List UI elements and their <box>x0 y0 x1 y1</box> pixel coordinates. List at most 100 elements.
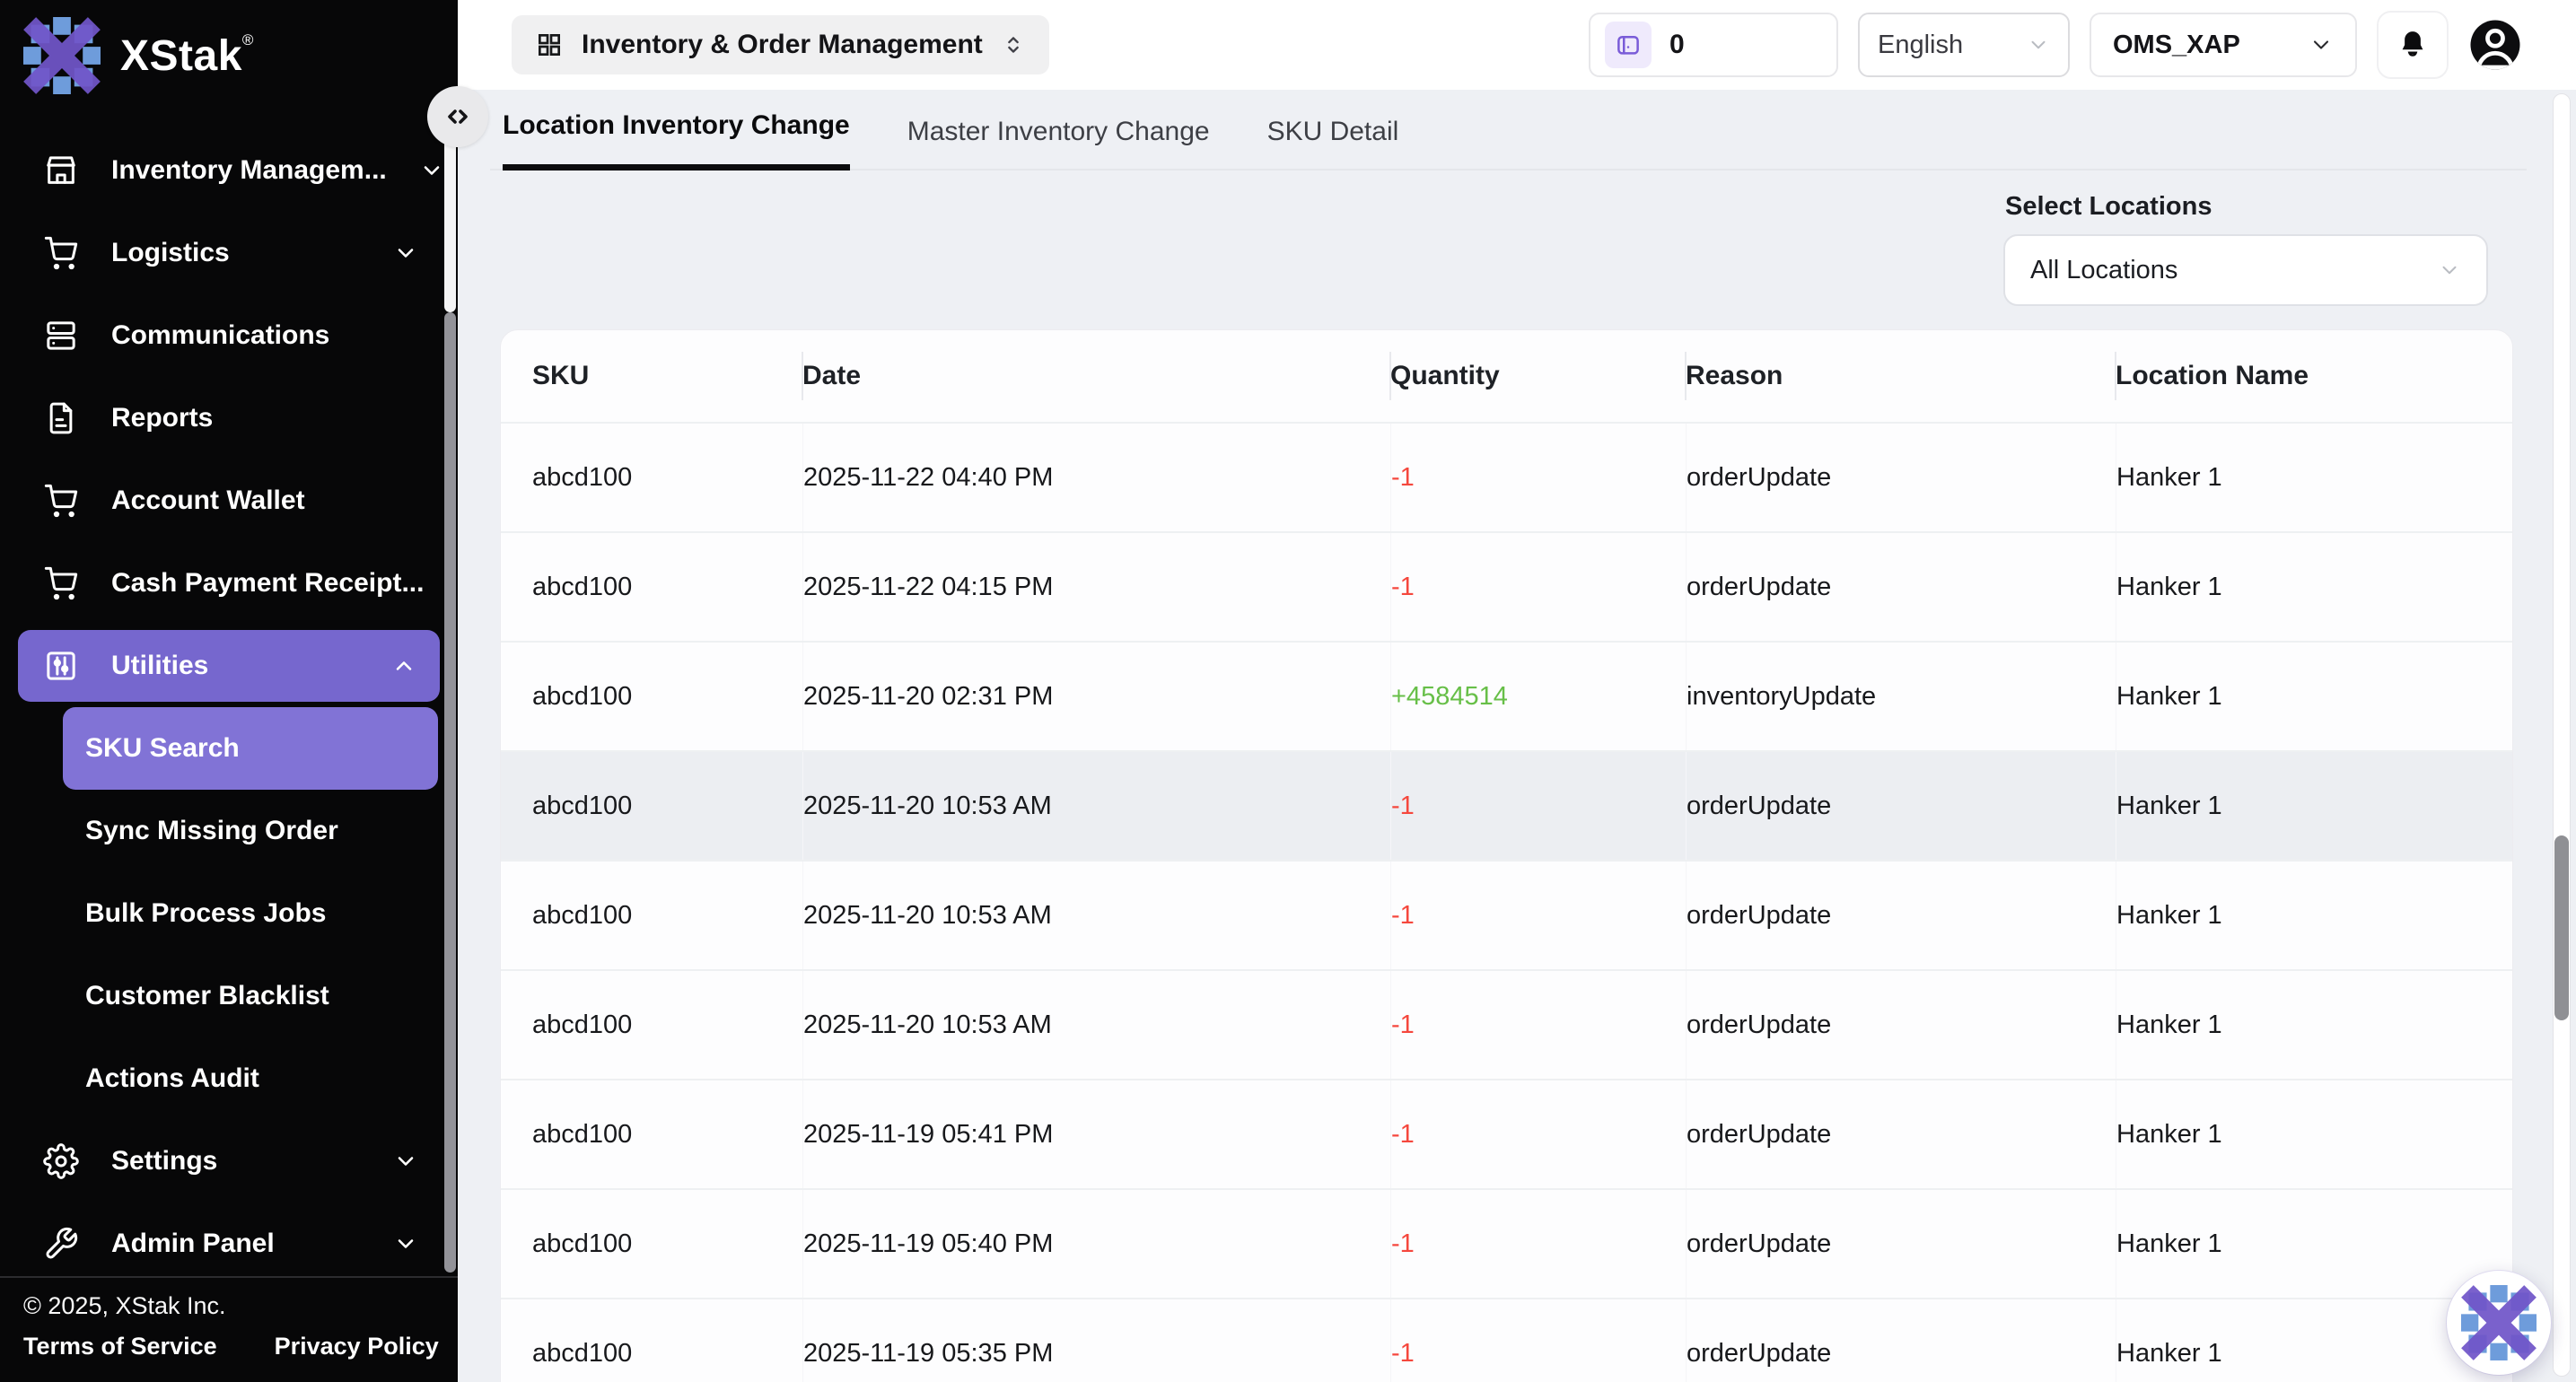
table-row[interactable]: abcd100 2025-11-19 05:41 PM -1 orderUpda… <box>501 1079 2512 1188</box>
chevron-down-icon <box>419 158 444 183</box>
table-row[interactable]: abcd100 2025-11-20 10:53 AM -1 orderUpda… <box>501 969 2512 1079</box>
table-row[interactable]: abcd100 2025-11-19 05:40 PM -1 orderUpda… <box>501 1188 2512 1298</box>
tab-master-inventory-change[interactable]: Master Inventory Change <box>907 117 1210 171</box>
table-header-row: SKU Date Quantity Reason Location Name <box>501 330 2512 422</box>
cell-location-name: Hanker 1 <box>2116 1190 2512 1298</box>
gear-icon <box>43 1143 79 1179</box>
table-row[interactable]: abcd100 2025-11-22 04:15 PM -1 orderUpda… <box>501 531 2512 641</box>
page-scrollbar-track[interactable] <box>2553 93 2571 1377</box>
column-header-reason: Reason <box>1686 361 2116 391</box>
cell-quantity: -1 <box>1390 1190 1686 1298</box>
sidebar-item-account-wallet[interactable]: Account Wallet <box>0 459 458 542</box>
submenu-item-sku-search[interactable]: SKU Search <box>63 707 438 790</box>
cell-reason: orderUpdate <box>1686 533 2116 641</box>
cell-date: 2025-11-22 04:15 PM <box>802 533 1390 641</box>
sidebar-scrollbar-track[interactable] <box>444 312 456 1273</box>
cell-sku: abcd100 <box>501 1120 802 1150</box>
cell-quantity: -1 <box>1390 1299 1686 1382</box>
sidebar-item-inventory-management[interactable]: Inventory Managem... <box>0 129 458 212</box>
tab-location-inventory-change[interactable]: Location Inventory Change <box>503 110 850 171</box>
workspace-select[interactable]: OMS_XAP <box>2090 13 2357 77</box>
cell-quantity: -1 <box>1390 533 1686 641</box>
submenu-item-customer-blacklist[interactable]: Customer Blacklist <box>63 955 438 1037</box>
column-header-sku: SKU <box>501 361 802 391</box>
selector-caret-icon <box>1001 32 1026 57</box>
sidebar-collapse-toggle[interactable] <box>427 86 488 147</box>
bell-icon <box>2396 28 2430 62</box>
chevron-down-icon <box>393 1149 418 1174</box>
table-row[interactable]: abcd100 2025-11-20 02:31 PM +4584514 inv… <box>501 641 2512 750</box>
cell-sku: abcd100 <box>501 901 802 931</box>
cell-reason: orderUpdate <box>1686 1299 2116 1382</box>
sidebar-item-cash-payment-receipt[interactable]: Cash Payment Receipt... <box>0 542 458 625</box>
xstak-asterisk-logo-icon <box>2461 1285 2537 1360</box>
sidebar-item-admin-panel[interactable]: Admin Panel <box>0 1203 458 1285</box>
chevron-down-icon <box>393 241 418 266</box>
wallet-balance-box[interactable]: 0 <box>1589 13 1838 77</box>
notifications-button[interactable] <box>2377 11 2449 79</box>
table-row[interactable]: abcd100 2025-11-19 05:35 PM -1 orderUpda… <box>501 1298 2512 1382</box>
cell-reason: inventoryUpdate <box>1686 643 2116 750</box>
cell-location-name: Hanker 1 <box>2116 752 2512 860</box>
chevron-down-icon <box>2027 33 2050 57</box>
app-switcher-dropdown[interactable]: Inventory & Order Management <box>512 15 1049 74</box>
sidebar-item-label: Utilities <box>111 651 359 681</box>
sidebar-footer: © 2025, XStak Inc. Terms of Service Priv… <box>0 1276 458 1382</box>
submenu-item-label: Bulk Process Jobs <box>85 898 326 929</box>
sidebar-item-logistics[interactable]: Logistics <box>0 212 458 294</box>
chevron-down-icon <box>2438 258 2461 282</box>
tab-sku-detail[interactable]: SKU Detail <box>1267 117 1399 171</box>
workspace-value: OMS_XAP <box>2113 31 2240 60</box>
submenu-item-bulk-process-jobs[interactable]: Bulk Process Jobs <box>63 872 438 955</box>
xstak-asterisk-logo-icon <box>23 17 101 94</box>
file-icon <box>43 400 79 436</box>
wallet-icon <box>1605 22 1652 68</box>
cell-date: 2025-11-20 02:31 PM <box>802 643 1390 750</box>
sidebar-item-label: Account Wallet <box>111 485 418 516</box>
cart-icon <box>43 565 79 601</box>
terms-of-service-link[interactable]: Terms of Service <box>23 1333 217 1360</box>
locations-select[interactable]: All Locations <box>2003 234 2488 306</box>
page-scrollbar-thumb[interactable] <box>2554 835 2569 1020</box>
cell-reason: orderUpdate <box>1686 752 2116 860</box>
wallet-count: 0 <box>1669 30 1685 60</box>
submenu-item-actions-audit[interactable]: Actions Audit <box>63 1037 438 1120</box>
cell-quantity: +4584514 <box>1390 643 1686 750</box>
collapse-icon <box>442 101 474 133</box>
utilities-submenu: SKU Search Sync Missing Order Bulk Proce… <box>0 707 458 1120</box>
sidebar-item-reports[interactable]: Reports <box>0 377 458 459</box>
cell-date: 2025-11-20 10:53 AM <box>802 971 1390 1079</box>
privacy-policy-link[interactable]: Privacy Policy <box>275 1333 439 1360</box>
filter-area: Select Locations All Locations <box>458 192 2576 306</box>
chevron-down-icon <box>393 1231 418 1256</box>
submenu-item-label: Customer Blacklist <box>85 981 329 1011</box>
column-header-quantity: Quantity <box>1390 361 1686 391</box>
sidebar-item-label: Communications <box>111 320 418 351</box>
user-avatar-icon <box>2468 18 2522 72</box>
sidebar-scrollbar-thumb[interactable] <box>444 135 456 312</box>
sidebar-item-utilities[interactable]: Utilities <box>18 630 440 702</box>
cart-icon <box>43 483 79 519</box>
cell-sku: abcd100 <box>501 1339 802 1369</box>
copyright-text: © 2025, XStak Inc. <box>23 1292 458 1320</box>
sidebar: XStak® Inventory Managem... Logistics Co… <box>0 0 458 1382</box>
sidebar-item-label: Settings <box>111 1146 361 1176</box>
cell-location-name: Hanker 1 <box>2116 643 2512 750</box>
language-select[interactable]: English <box>1858 13 2070 77</box>
xstak-floating-button[interactable] <box>2447 1271 2551 1375</box>
sidebar-item-communications[interactable]: Communications <box>0 294 458 377</box>
locations-select-value: All Locations <box>2030 256 2177 285</box>
cell-location-name: Hanker 1 <box>2116 862 2512 969</box>
table-row[interactable]: abcd100 2025-11-20 10:53 AM -1 orderUpda… <box>501 860 2512 969</box>
cell-sku: abcd100 <box>501 1010 802 1040</box>
cell-location-name: Hanker 1 <box>2116 424 2512 531</box>
user-avatar[interactable] <box>2468 18 2522 72</box>
table-row[interactable]: abcd100 2025-11-22 04:40 PM -1 orderUpda… <box>501 422 2512 531</box>
sidebar-item-settings[interactable]: Settings <box>0 1120 458 1203</box>
brand-logo[interactable]: XStak® <box>0 0 458 99</box>
chevron-down-icon <box>2309 32 2334 57</box>
submenu-item-sync-missing-order[interactable]: Sync Missing Order <box>63 790 438 872</box>
table-row[interactable]: abcd100 2025-11-20 10:53 AM -1 orderUpda… <box>501 750 2512 860</box>
submenu-item-label: Sync Missing Order <box>85 816 338 846</box>
cell-reason: orderUpdate <box>1686 1080 2116 1188</box>
